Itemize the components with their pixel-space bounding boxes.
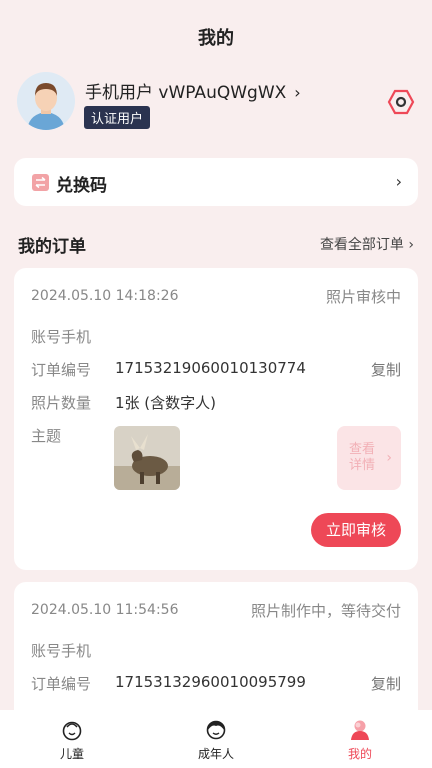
order-status: 照片审核中 <box>325 288 401 306</box>
orders-header: 我的订单 查看全部订单 › <box>18 232 414 257</box>
avatar[interactable] <box>17 72 75 130</box>
review-now-button[interactable]: 立即审核 <box>311 513 401 547</box>
username[interactable]: 手机用户 vWPAuQWgWX › <box>85 78 301 103</box>
view-details-label: 查看详情 <box>349 442 376 473</box>
profile-header[interactable]: 手机用户 vWPAuQWgWX › 认证用户 <box>17 72 417 134</box>
exchange-icon <box>32 174 49 191</box>
tab-label: 儿童 <box>59 747 84 761</box>
theme-thumbnail[interactable] <box>114 426 180 490</box>
account-label: 账号手机 <box>31 328 92 346</box>
order-number-label: 订单编号 <box>31 361 92 379</box>
username-text: 手机用户 vWPAuQWgWX <box>85 83 287 103</box>
page-title: 我的 <box>198 28 234 49</box>
tab-mine[interactable]: 我的 <box>288 710 432 768</box>
order-timestamp: 2024.05.10 14:18:26 <box>31 288 179 304</box>
verified-badge: 认证用户 <box>84 106 151 129</box>
view-all-orders-link[interactable]: 查看全部订单 › <box>320 234 414 254</box>
copy-button[interactable]: 复制 <box>371 673 401 694</box>
tab-adults[interactable]: 成年人 <box>144 710 288 768</box>
redeem-label: 兑换码 <box>56 176 107 196</box>
settings-icon[interactable] <box>387 88 415 116</box>
order-number: 17153219060010130774 <box>115 359 306 377</box>
theme-label: 主题 <box>31 427 62 445</box>
chevron-right-icon: › <box>386 450 392 466</box>
adult-face-icon <box>205 719 227 741</box>
order-card: 2024.05.10 14:18:26 照片审核中 账号手机 订单编号 1715… <box>14 268 418 570</box>
child-face-icon <box>61 719 83 741</box>
order-number: 17153132960010095799 <box>115 673 306 691</box>
photo-count: 1张 (含数字人) <box>115 394 217 412</box>
redeem-code-row[interactable]: 兑换码 › <box>14 158 418 206</box>
tab-label: 我的 <box>347 747 372 761</box>
account-label: 账号手机 <box>31 642 92 660</box>
chevron-right-icon: › <box>395 172 402 191</box>
tab-children[interactable]: 儿童 <box>0 710 144 768</box>
chevron-right-icon: › <box>294 83 301 102</box>
tab-label: 成年人 <box>197 747 234 761</box>
order-number-label: 订单编号 <box>31 675 92 693</box>
profile-icon <box>349 719 371 741</box>
copy-button[interactable]: 复制 <box>371 359 401 380</box>
view-details-button[interactable]: 查看详情 › <box>337 426 401 490</box>
photo-count-label: 照片数量 <box>31 394 92 412</box>
bottom-tab-bar: 儿童 成年人 我的 <box>0 710 432 768</box>
order-status: 照片制作中，等待交付 <box>250 602 401 620</box>
order-timestamp: 2024.05.10 11:54:56 <box>31 602 179 618</box>
